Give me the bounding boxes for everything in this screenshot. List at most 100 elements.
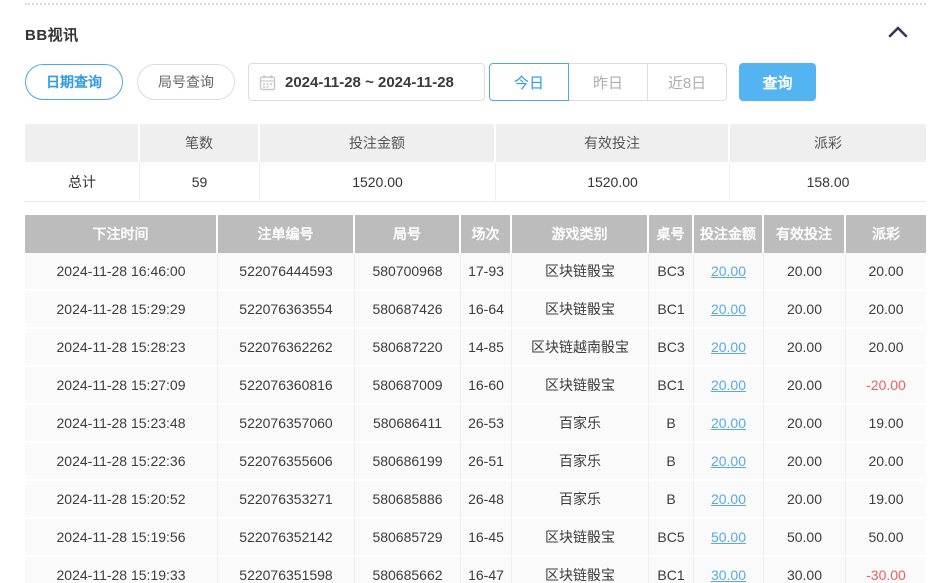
summary-total-valid-bet: 1520.00	[496, 162, 730, 202]
cell-bet-id: 522076362262	[218, 329, 355, 367]
cell-bet-id: 522076444593	[218, 253, 355, 291]
cell-bet-time: 2024-11-28 15:19:33	[25, 557, 218, 583]
cell-payout: -20.00	[846, 367, 926, 405]
date-range-picker[interactable]: 2024-11-28 ~ 2024-11-28	[248, 63, 485, 101]
cell-bet-amount: 20.00	[694, 443, 764, 481]
cell-payout: 50.00	[846, 519, 926, 557]
table-row: 2024-11-28 15:22:36522076355606580686199…	[25, 443, 926, 481]
bet-amount-link[interactable]: 30.00	[711, 567, 746, 583]
cell-valid-bet: 50.00	[764, 519, 846, 557]
table-row: 2024-11-28 15:27:09522076360816580687009…	[25, 367, 926, 405]
cell-game-type: 区块链越南骰宝	[512, 329, 649, 367]
cell-table-no: BC3	[649, 253, 694, 291]
cell-session: 26-48	[461, 481, 512, 519]
records-panel: BB视讯 日期查询 局号查询 2024-11-28 ~ 2024-11-28	[0, 0, 951, 583]
summary-total-bet-amount: 1520.00	[260, 162, 496, 202]
summary-total-label: 总计	[25, 162, 140, 202]
cell-table-no: BC1	[649, 557, 694, 583]
cell-session: 16-45	[461, 519, 512, 557]
quick-range-last8[interactable]: 近8日	[647, 63, 727, 101]
cell-payout: 20.00	[846, 253, 926, 291]
bet-records-table: 下注时间注单编号局号场次游戏类别桌号投注金额有效投注派彩 2024-11-28 …	[25, 215, 926, 583]
cell-game-type: 百家乐	[512, 443, 649, 481]
cell-round-no: 580685886	[355, 481, 461, 519]
cell-bet-time: 2024-11-28 15:29:29	[25, 291, 218, 329]
column-header-game-type: 游戏类别	[512, 215, 649, 253]
quick-range-yesterday[interactable]: 昨日	[568, 63, 648, 101]
bet-amount-link[interactable]: 20.00	[711, 301, 746, 317]
column-header-bet-id: 注单编号	[218, 215, 355, 253]
summary-column-header-2: 投注金额	[260, 124, 496, 162]
cell-payout: 19.00	[846, 481, 926, 519]
cell-round-no: 580687220	[355, 329, 461, 367]
bet-amount-link[interactable]: 50.00	[711, 529, 746, 545]
cell-bet-id: 522076353271	[218, 481, 355, 519]
summary-column-header-3: 有效投注	[496, 124, 730, 162]
cell-bet-time: 2024-11-28 15:19:56	[25, 519, 218, 557]
cell-bet-amount: 20.00	[694, 291, 764, 329]
summary-header-row: 笔数投注金额有效投注派彩	[25, 124, 926, 162]
bet-amount-link[interactable]: 20.00	[711, 377, 746, 393]
bet-amount-link[interactable]: 20.00	[711, 339, 746, 355]
filter-toolbar: 日期查询 局号查询 2024-11-28 ~ 2024-11-28 今日 昨日 …	[25, 63, 926, 101]
collapse-button[interactable]	[884, 22, 912, 46]
cell-table-no: BC1	[649, 367, 694, 405]
cell-table-no: B	[649, 443, 694, 481]
cell-bet-id: 522076357060	[218, 405, 355, 443]
cell-round-no: 580685729	[355, 519, 461, 557]
query-button[interactable]: 查询	[739, 63, 816, 101]
cell-payout: 20.00	[846, 329, 926, 367]
cell-table-no: BC3	[649, 329, 694, 367]
quick-range-today[interactable]: 今日	[489, 63, 569, 101]
cell-bet-time: 2024-11-28 16:46:00	[25, 253, 218, 291]
cell-bet-amount: 20.00	[694, 405, 764, 443]
summary-column-header-0	[25, 124, 140, 162]
cell-round-no: 580700968	[355, 253, 461, 291]
top-dashed-divider	[25, 3, 926, 5]
cell-round-no: 580685662	[355, 557, 461, 583]
cell-session: 16-64	[461, 291, 512, 329]
cell-bet-amount: 30.00	[694, 557, 764, 583]
cell-game-type: 区块链骰宝	[512, 367, 649, 405]
cell-bet-time: 2024-11-28 15:22:36	[25, 443, 218, 481]
cell-bet-id: 522076352142	[218, 519, 355, 557]
cell-round-no: 580687009	[355, 367, 461, 405]
cell-bet-time: 2024-11-28 15:28:23	[25, 329, 218, 367]
calendar-icon	[259, 74, 276, 91]
cell-bet-time: 2024-11-28 15:23:48	[25, 405, 218, 443]
cell-bet-id: 522076363554	[218, 291, 355, 329]
tab-round-query[interactable]: 局号查询	[137, 64, 235, 100]
cell-valid-bet: 20.00	[764, 481, 846, 519]
table-row: 2024-11-28 15:28:23522076362262580687220…	[25, 329, 926, 367]
bet-amount-link[interactable]: 20.00	[711, 263, 746, 279]
table-row: 2024-11-28 15:20:52522076353271580685886…	[25, 481, 926, 519]
table-row: 2024-11-28 15:19:33522076351598580685662…	[25, 557, 926, 583]
bet-amount-link[interactable]: 20.00	[711, 453, 746, 469]
cell-bet-id: 522076360816	[218, 367, 355, 405]
column-header-table-no: 桌号	[649, 215, 694, 253]
cell-valid-bet: 20.00	[764, 443, 846, 481]
column-header-bet-time: 下注时间	[25, 215, 218, 253]
cell-valid-bet: 20.00	[764, 253, 846, 291]
cell-game-type: 区块链骰宝	[512, 253, 649, 291]
quick-range-group: 今日 昨日 近8日	[489, 63, 727, 101]
cell-bet-amount: 20.00	[694, 481, 764, 519]
cell-table-no: B	[649, 481, 694, 519]
table-row: 2024-11-28 15:29:29522076363554580687426…	[25, 291, 926, 329]
cell-valid-bet: 20.00	[764, 367, 846, 405]
bet-amount-link[interactable]: 20.00	[711, 415, 746, 431]
summary-total-payout: 158.00	[730, 162, 926, 202]
cell-payout: 20.00	[846, 443, 926, 481]
panel-title: BB视讯	[25, 24, 79, 45]
table-row: 2024-11-28 16:46:00522076444593580700968…	[25, 253, 926, 291]
cell-session: 14-85	[461, 329, 512, 367]
cell-bet-amount: 20.00	[694, 329, 764, 367]
table-row: 2024-11-28 15:23:48522076357060580686411…	[25, 405, 926, 443]
cell-game-type: 百家乐	[512, 405, 649, 443]
tab-date-query[interactable]: 日期查询	[25, 64, 123, 100]
cell-valid-bet: 20.00	[764, 329, 846, 367]
bet-amount-link[interactable]: 20.00	[711, 491, 746, 507]
chevron-up-icon	[888, 25, 908, 43]
cell-valid-bet: 20.00	[764, 405, 846, 443]
column-header-payout: 派彩	[846, 215, 926, 253]
